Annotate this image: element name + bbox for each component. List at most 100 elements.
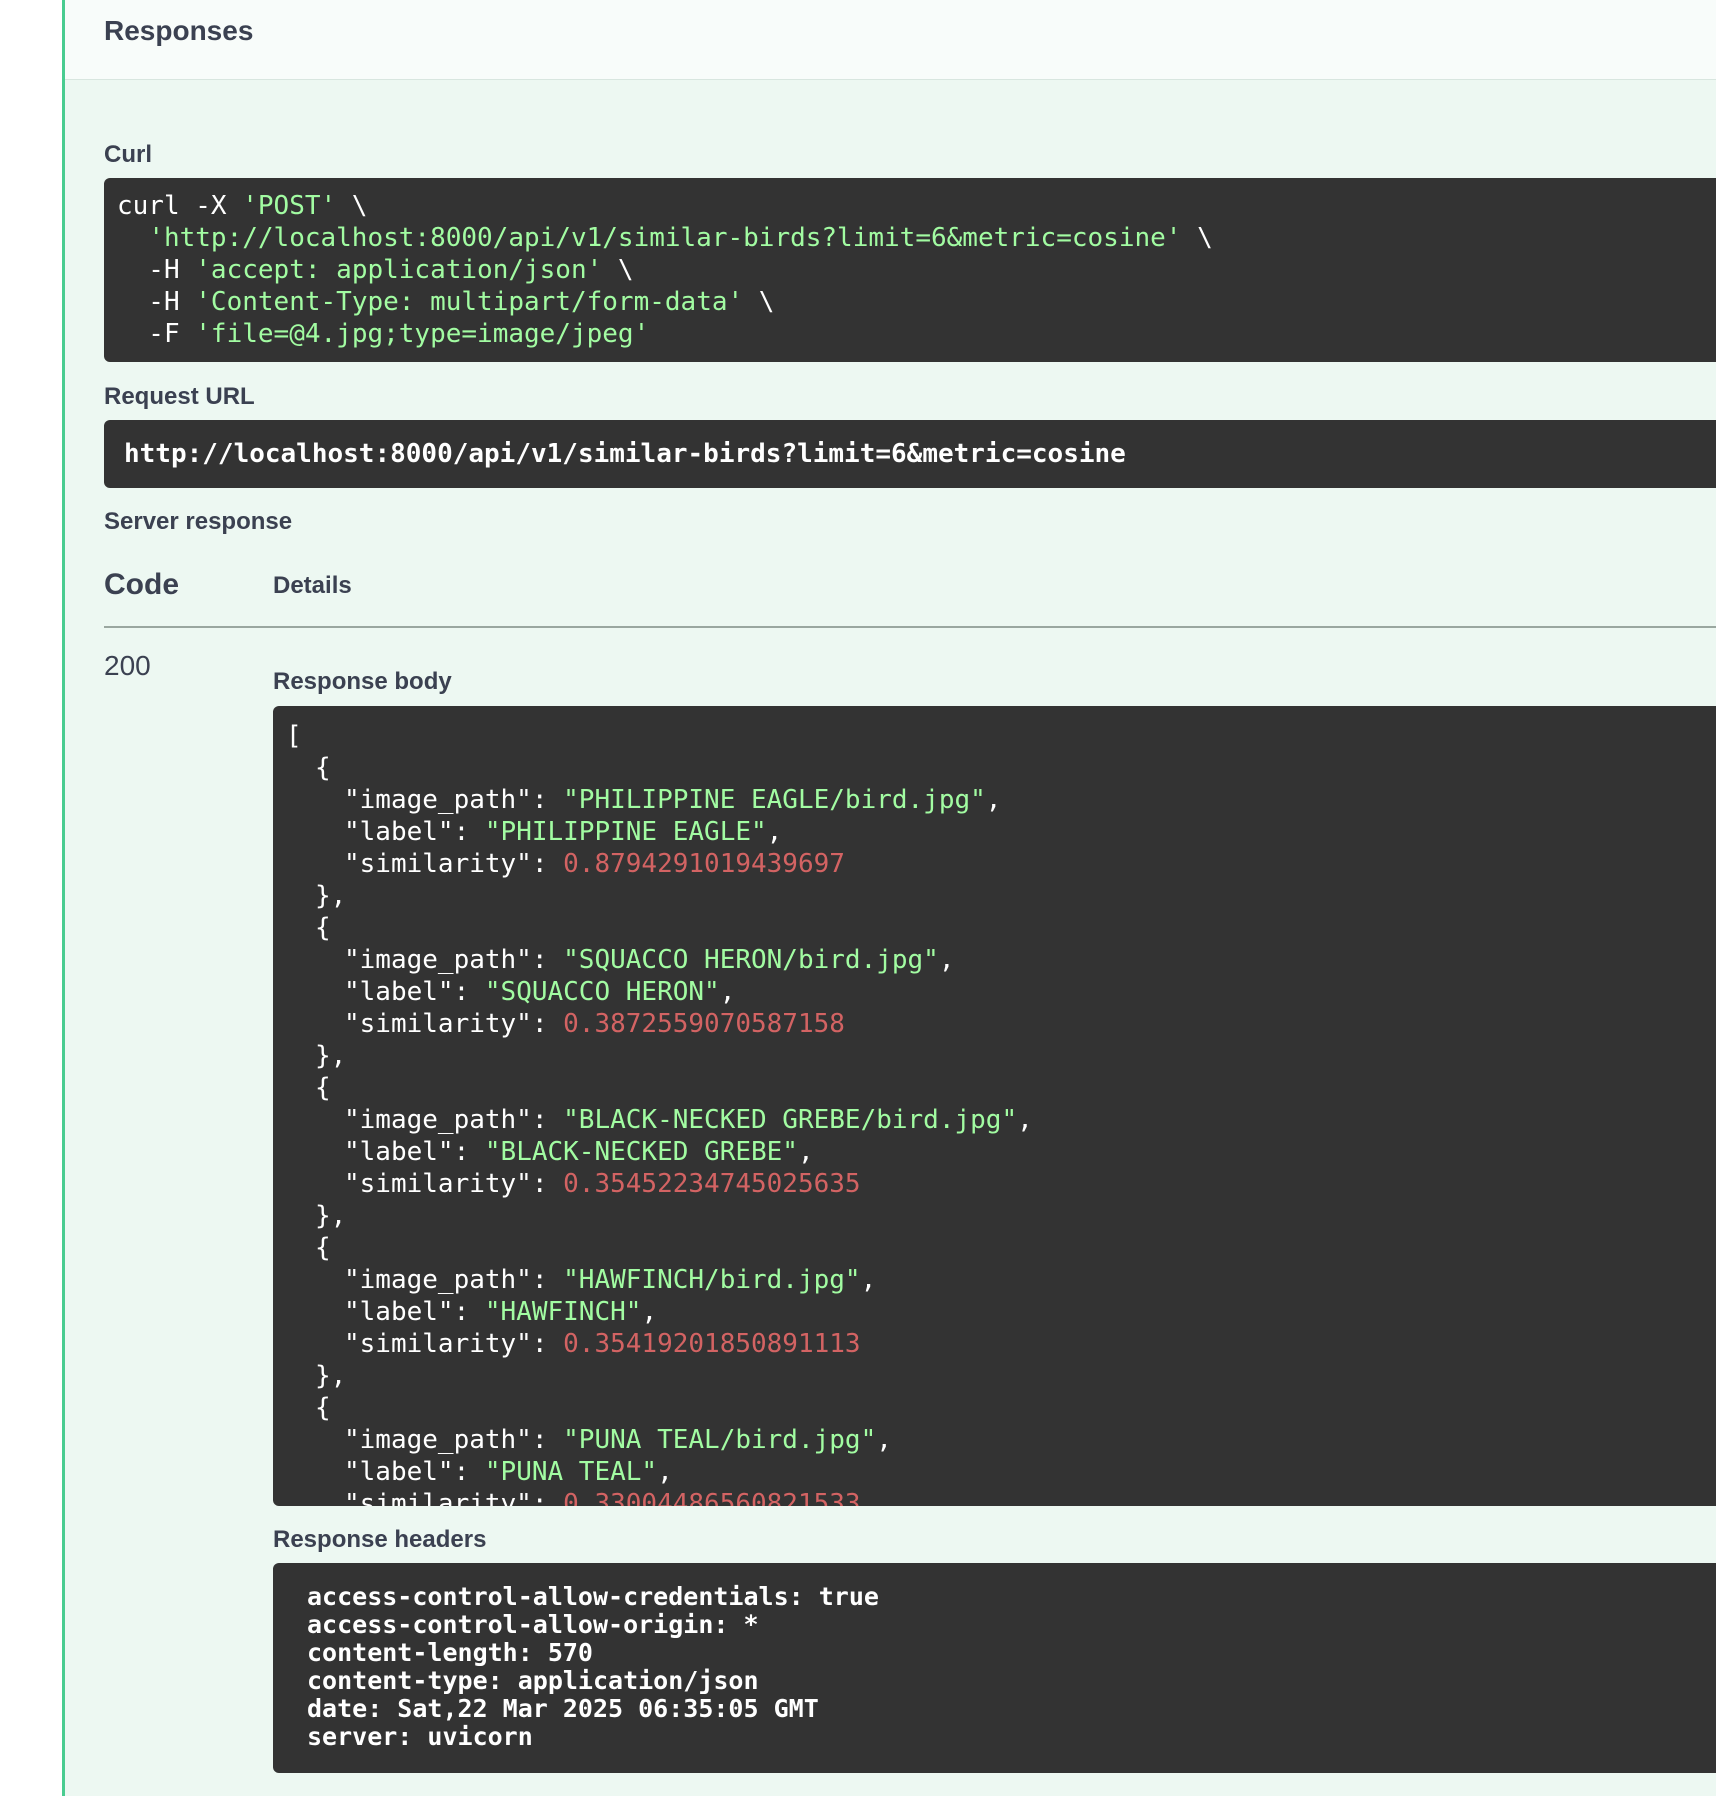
json-key: "label": <box>344 1457 485 1487</box>
json-field-line: "image_path": "HAWFINCH/bird.jpg", <box>286 1264 1716 1296</box>
request-url-box[interactable]: http://localhost:8000/api/v1/similar-bir… <box>104 420 1716 488</box>
json-object-close: }, <box>315 1361 347 1391</box>
request-url-label: Request URL <box>104 383 255 410</box>
request-url-value[interactable]: http://localhost:8000/api/v1/similar-bir… <box>124 439 1126 469</box>
json-field-line: "image_path": "SQUACCO HERON/bird.jpg", <box>286 944 1716 976</box>
json-key: "label": <box>344 1297 485 1327</box>
curl-plain-text <box>117 223 148 253</box>
json-comma: , <box>657 1457 673 1487</box>
json-field-line: "similarity": 0.35452234745025635 <box>286 1168 1716 1200</box>
curl-line-continuation: \ <box>602 255 634 285</box>
json-field-line: "label": "PUNA TEAL", <box>286 1456 1716 1488</box>
json-object-open: { <box>315 1233 331 1263</box>
json-object-open: { <box>315 1393 331 1423</box>
json-comma: , <box>985 785 1002 815</box>
response-headers-box[interactable]: access-control-allow-credentials: true ac… <box>273 1563 1716 1773</box>
json-field-line: "label": "SQUACCO HERON", <box>286 976 1716 1008</box>
json-comma: , <box>938 945 955 975</box>
json-comma: , <box>1017 1105 1033 1135</box>
json-comma: , <box>641 1297 658 1327</box>
json-open-bracket: [ <box>286 721 302 751</box>
json-key: "similarity": <box>344 1169 564 1199</box>
json-key: "similarity": <box>344 1329 564 1359</box>
json-key: "similarity": <box>344 1009 564 1039</box>
json-object-open: { <box>315 913 331 943</box>
json-key: "label": <box>344 977 485 1007</box>
responses-header: Responses <box>65 0 1716 80</box>
json-similarity-value: 0.35419201850891113 <box>563 1329 861 1359</box>
json-field-line: "image_path": "PUNA TEAL/bird.jpg", <box>286 1424 1716 1456</box>
json-similarity-value: 0.8794291019439697 <box>563 849 845 879</box>
response-body-box[interactable]: [{"image_path": "PHILIPPINE EAGLE/bird.j… <box>273 706 1716 1506</box>
json-object-close: }, <box>315 1041 347 1071</box>
code-column-header: Code <box>104 568 179 601</box>
details-column-header: Details <box>273 572 352 599</box>
json-object-open: { <box>315 1073 331 1103</box>
response-status-code: 200 <box>104 650 151 681</box>
json-label-value: "PHILIPPINE EAGLE" <box>484 817 767 847</box>
curl-label: Curl <box>104 141 152 168</box>
curl-line: -F 'file=@4.jpg;type=image/jpeg' <box>117 318 1716 350</box>
json-similarity-value: 0.33004486560821533 <box>563 1489 861 1506</box>
json-image-path-value: "BLACK-NECKED GREBE/bird.jpg" <box>563 1105 1018 1135</box>
response-headers-label: Response headers <box>273 1526 487 1553</box>
json-field-line: "similarity": 0.35419201850891113 <box>286 1328 1716 1360</box>
json-field-line: "image_path": "BLACK-NECKED GREBE/bird.j… <box>286 1104 1716 1136</box>
json-image-path-value: "PHILIPPINE EAGLE/bird.jpg" <box>563 785 986 815</box>
json-key: "image_path": <box>344 1425 564 1455</box>
curl-plain-text: curl -X <box>117 191 243 221</box>
json-label-value: "PUNA TEAL" <box>484 1457 658 1487</box>
curl-plain-text: -H <box>117 287 196 317</box>
json-key: "image_path": <box>344 1105 564 1135</box>
json-field-line: "image_path": "PHILIPPINE EAGLE/bird.jpg… <box>286 784 1716 816</box>
json-similarity-value: 0.35452234745025635 <box>563 1169 861 1199</box>
json-image-path-value: "SQUACCO HERON/bird.jpg" <box>563 945 939 975</box>
curl-string-text: 'file=@4.jpg;type=image/jpeg' <box>195 319 650 349</box>
curl-line: -H 'accept: application/json' \ <box>117 254 1716 286</box>
curl-line: curl -X 'POST' \ <box>117 190 1716 222</box>
response-header-line: server: uvicorn <box>307 1722 533 1751</box>
json-comma: , <box>719 977 736 1007</box>
curl-command-box[interactable]: curl -X 'POST' \ 'http://localhost:8000/… <box>104 178 1716 362</box>
json-key: "image_path": <box>344 1265 564 1295</box>
curl-line-continuation: \ <box>336 191 368 221</box>
table-divider <box>104 626 1716 628</box>
json-key: "image_path": <box>344 945 564 975</box>
curl-line-continuation: \ <box>743 287 775 317</box>
json-comma: , <box>860 1265 877 1295</box>
curl-plain-text: -H <box>117 255 196 285</box>
json-similarity-value: 0.3872559070587158 <box>563 1009 845 1039</box>
json-object-close: }, <box>315 1201 347 1231</box>
post-operation-block: Responses Curl curl -X 'POST' \ 'http://… <box>62 0 1716 1796</box>
curl-line: 'http://localhost:8000/api/v1/similar-bi… <box>117 222 1716 254</box>
json-label-value: "BLACK-NECKED GREBE" <box>484 1137 798 1167</box>
json-comma: , <box>766 817 783 847</box>
curl-string-text: 'POST' <box>242 191 337 221</box>
json-field-line: "similarity": 0.8794291019439697 <box>286 848 1716 880</box>
json-key: "similarity": <box>344 849 564 879</box>
json-key: "image_path": <box>344 785 564 815</box>
json-field-line: "label": "HAWFINCH", <box>286 1296 1716 1328</box>
server-response-label: Server response <box>104 508 293 535</box>
response-body-label: Response body <box>273 668 452 695</box>
json-object-open: { <box>315 753 331 783</box>
response-header-line: content-length: 570 <box>307 1638 593 1667</box>
curl-string-text: 'http://localhost:8000/api/v1/similar-bi… <box>148 223 1182 253</box>
json-field-line: "similarity": 0.3872559070587158 <box>286 1008 1716 1040</box>
json-image-path-value: "PUNA TEAL/bird.jpg" <box>563 1425 877 1455</box>
json-label-value: "HAWFINCH" <box>484 1297 642 1327</box>
curl-line-continuation: \ <box>1181 223 1213 253</box>
curl-plain-text: -F <box>117 319 196 349</box>
response-header-line: access-control-allow-credentials: true <box>307 1582 879 1611</box>
curl-line: -H 'Content-Type: multipart/form-data' \ <box>117 286 1716 318</box>
curl-string-text: 'accept: application/json' <box>195 255 603 285</box>
json-image-path-value: "HAWFINCH/bird.jpg" <box>563 1265 861 1295</box>
json-key: "similarity": <box>344 1489 564 1506</box>
response-header-line: access-control-allow-origin: * <box>307 1610 759 1639</box>
json-comma: , <box>876 1425 892 1455</box>
json-field-line: "label": "PHILIPPINE EAGLE", <box>286 816 1716 848</box>
json-key: "label": <box>344 1137 485 1167</box>
json-key: "label": <box>344 817 485 847</box>
response-header-line: date: Sat,22 Mar 2025 06:35:05 GMT <box>307 1694 819 1723</box>
swagger-page: Responses Curl curl -X 'POST' \ 'http://… <box>0 0 1716 1796</box>
